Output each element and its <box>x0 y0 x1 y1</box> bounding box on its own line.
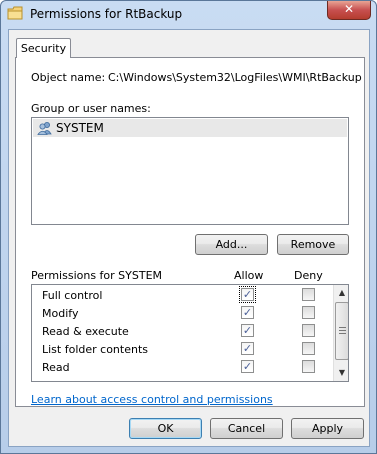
deny-checkbox[interactable] <box>302 360 315 373</box>
ok-button[interactable]: OK <box>129 418 202 439</box>
permission-name: List folder contents <box>42 343 148 356</box>
ok-button-label: OK <box>157 422 174 435</box>
table-row: Read ✓ <box>32 358 332 376</box>
permissions-scrollbar[interactable]: ▲ ▼ <box>333 285 348 381</box>
remove-button-label: Remove <box>290 238 336 251</box>
permission-name: Modify <box>42 307 79 320</box>
allow-checkbox[interactable]: ✓ <box>241 306 254 319</box>
permissions-dialog: Permissions for RtBackup ✕ Security Obje… <box>0 0 377 454</box>
close-icon: ✕ <box>343 2 355 16</box>
dialog-client-area: Security Object name: C:\Windows\System3… <box>8 29 370 447</box>
group-or-user-names-label: Group or user names: <box>31 102 151 115</box>
table-row: Read & execute ✓ <box>32 322 332 340</box>
group-user-listbox[interactable]: SYSTEM <box>31 117 349 225</box>
add-button[interactable]: Add... <box>195 234 268 255</box>
permissions-list[interactable]: Full control ✓ Modify ✓ Read & execute ✓… <box>31 284 349 382</box>
table-row: Full control ✓ <box>32 286 332 304</box>
grip-line <box>339 333 346 334</box>
grip-line <box>339 327 346 328</box>
allow-column-header: Allow <box>234 269 264 282</box>
deny-checkbox[interactable] <box>302 306 315 319</box>
scrollbar-thumb[interactable] <box>335 302 348 360</box>
object-name-label: Object name: <box>31 71 106 84</box>
user-group-icon <box>37 122 52 135</box>
permission-name: Read & execute <box>42 325 129 338</box>
allow-checkbox[interactable]: ✓ <box>239 286 256 303</box>
scroll-up-icon[interactable]: ▲ <box>334 285 348 301</box>
apply-button[interactable]: Apply <box>291 418 364 439</box>
security-tab-page: Object name: C:\Windows\System32\LogFile… <box>15 57 365 407</box>
table-row: Modify ✓ <box>32 304 332 322</box>
apply-button-label: Apply <box>311 422 344 435</box>
scroll-down-icon[interactable]: ▼ <box>334 365 348 381</box>
remove-button[interactable]: Remove <box>277 234 349 255</box>
deny-checkbox[interactable] <box>302 342 315 355</box>
close-button[interactable]: ✕ <box>327 1 371 20</box>
cancel-button-label: Cancel <box>227 422 266 435</box>
title-bar[interactable]: Permissions for RtBackup ✕ <box>1 1 376 29</box>
list-item-label: SYSTEM <box>56 121 104 135</box>
deny-column-header: Deny <box>294 269 323 282</box>
access-control-help-link[interactable]: Learn about access control and permissio… <box>31 393 273 406</box>
permission-name: Full control <box>42 289 103 302</box>
window-title: Permissions for RtBackup <box>30 7 183 21</box>
cancel-button[interactable]: Cancel <box>210 418 283 439</box>
permission-name: Read <box>42 361 70 374</box>
deny-checkbox[interactable] <box>302 324 315 337</box>
allow-checkbox[interactable]: ✓ <box>241 342 254 355</box>
object-name-value: C:\Windows\System32\LogFiles\WMI\RtBacku… <box>108 71 362 84</box>
grip-line <box>339 330 346 331</box>
tab-security[interactable]: Security <box>16 38 71 58</box>
table-row: List folder contents ✓ <box>32 340 332 358</box>
allow-checkbox[interactable]: ✓ <box>241 360 254 373</box>
allow-checkbox[interactable]: ✓ <box>241 324 254 337</box>
deny-checkbox[interactable] <box>302 288 315 301</box>
folder-icon <box>7 6 23 20</box>
list-item[interactable]: SYSTEM <box>33 119 347 137</box>
add-button-label: Add... <box>215 238 248 251</box>
permissions-for-label: Permissions for SYSTEM <box>31 269 163 282</box>
